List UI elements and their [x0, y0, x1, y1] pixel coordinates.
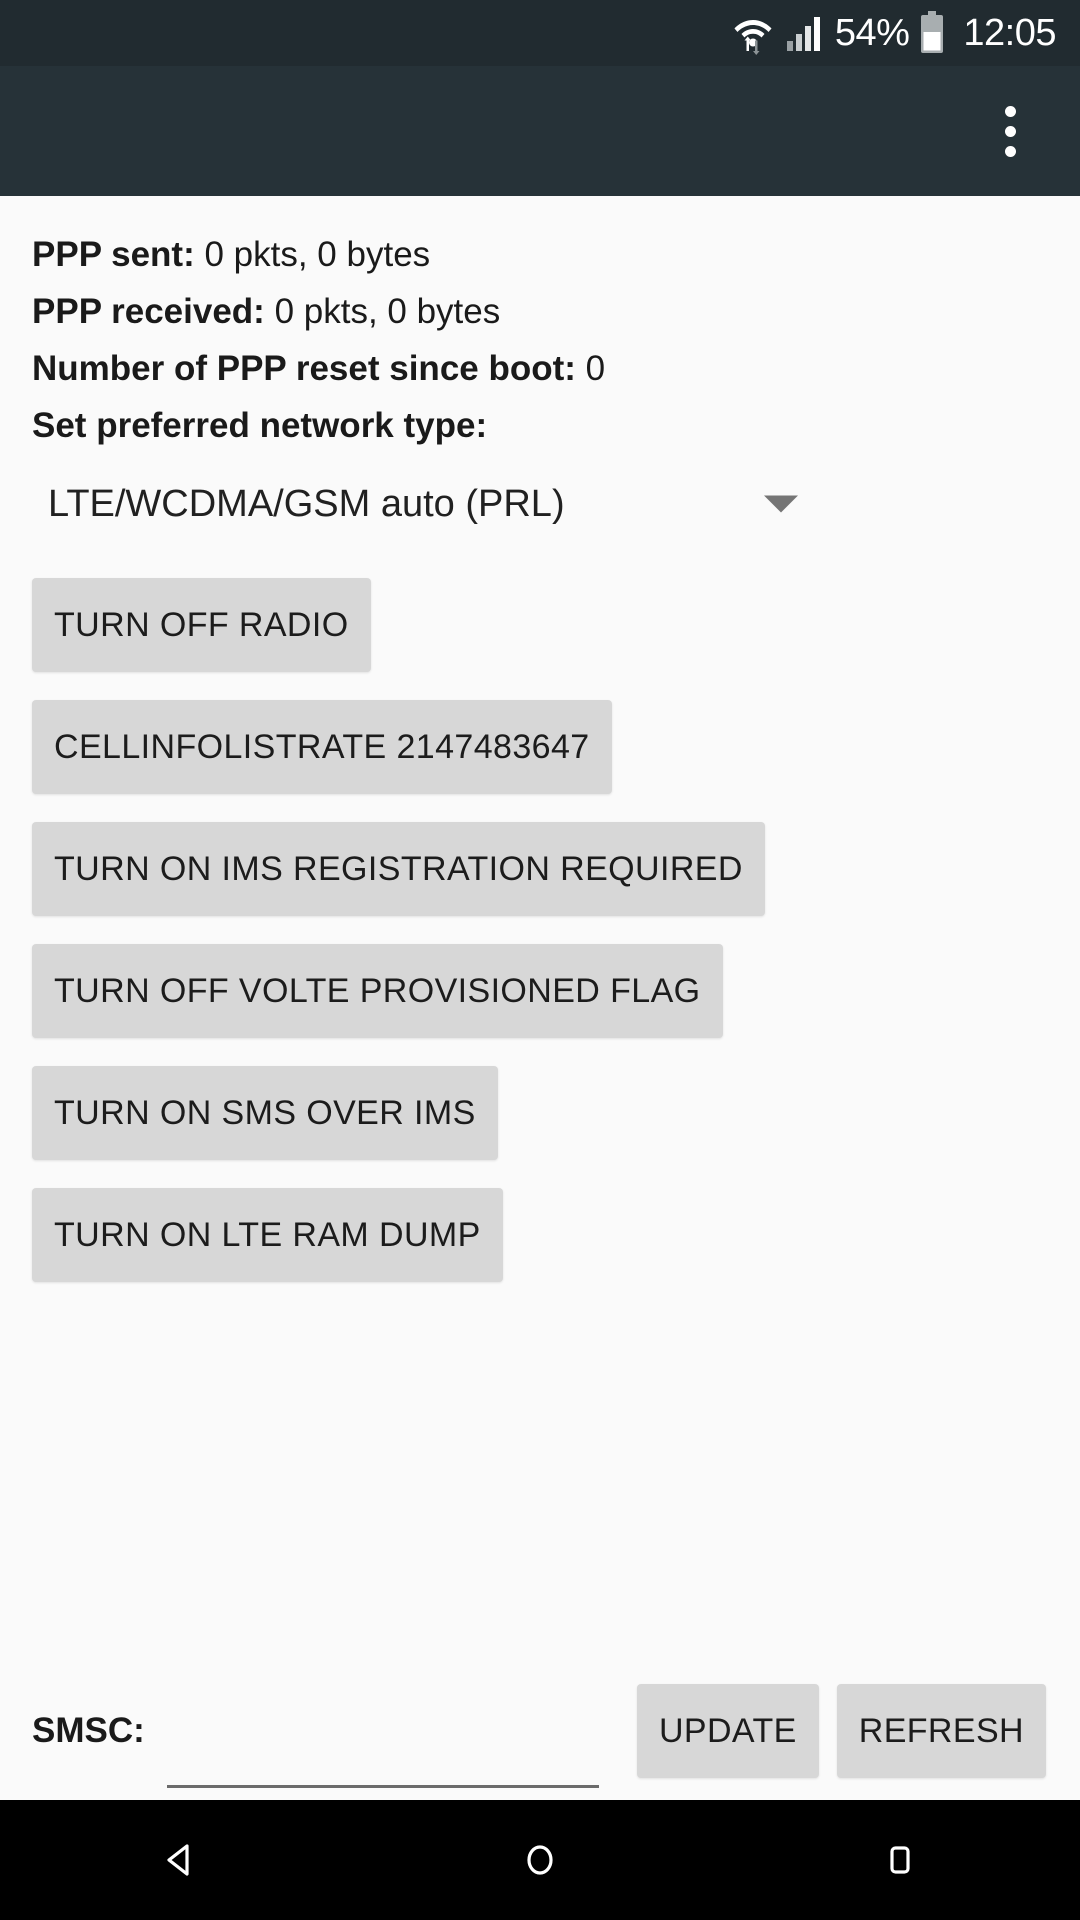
info-row-ppp-reset-count: Number of PPP reset since boot: 0: [32, 340, 1046, 397]
turn-off-radio-button[interactable]: TURN OFF RADIO: [32, 578, 371, 672]
app-bar: [0, 66, 1080, 196]
info-row-ppp-received: PPP received: 0 pkts, 0 bytes: [32, 283, 1046, 340]
smsc-input[interactable]: [166, 1728, 599, 1788]
info-value: 0 pkts, 0 bytes: [204, 235, 431, 274]
smsc-label: SMSC:: [32, 1711, 145, 1750]
turn-on-ims-registration-required-button[interactable]: TURN ON IMS REGISTRATION REQUIRED: [32, 822, 765, 916]
battery-icon: [919, 11, 945, 55]
preferred-network-type-spinner[interactable]: LTE/WCDMA/GSM auto (PRL): [32, 458, 1046, 550]
home-circle-icon[interactable]: [470, 1800, 610, 1920]
spinner-selected-value: LTE/WCDMA/GSM auto (PRL): [48, 482, 565, 525]
navigation-bar: [0, 1800, 1080, 1920]
info-value: 0: [585, 349, 606, 388]
turn-off-volte-provisioned-flag-button[interactable]: TURN OFF VOLTE PROVISIONED FLAG: [32, 944, 723, 1038]
info-label: Set preferred network type:: [32, 406, 488, 445]
info-label: Number of PPP reset since boot:: [32, 349, 576, 388]
button-row: CELLINFOLISTRATE 2147483647: [32, 700, 1046, 794]
turn-on-lte-ram-dump-button[interactable]: TURN ON LTE RAM DUMP: [32, 1188, 503, 1282]
info-value: 0 pkts, 0 bytes: [274, 292, 501, 331]
wifi-with-activity-icon: [731, 11, 775, 55]
info-row-ppp-sent: PPP sent: 0 pkts, 0 bytes: [32, 226, 1046, 283]
status-bar-clock: 12:05: [963, 12, 1056, 54]
phone-screen: 54% 12:05 PPP sent: 0 pkts, 0 bytes PPP …: [0, 0, 1080, 1920]
chevron-down-icon: [764, 495, 798, 513]
overflow-dot: [1004, 125, 1016, 137]
button-row: TURN ON SMS OVER IMS: [32, 1066, 1046, 1160]
turn-on-sms-over-ims-button[interactable]: TURN ON SMS OVER IMS: [32, 1066, 498, 1160]
status-bar: 54% 12:05: [0, 0, 1080, 66]
smsc-update-button[interactable]: UPDATE: [636, 1684, 819, 1778]
radio-info-content: PPP sent: 0 pkts, 0 bytes PPP received: …: [0, 196, 1080, 1800]
smsc-row: SMSC: UPDATE REFRESH: [32, 1684, 1046, 1788]
button-row: TURN OFF VOLTE PROVISIONED FLAG: [32, 944, 1046, 1038]
button-row: TURN ON IMS REGISTRATION REQUIRED: [32, 822, 1046, 916]
recents-square-icon[interactable]: [830, 1800, 970, 1920]
battery-percent-label: 54%: [834, 12, 910, 54]
back-triangle-icon[interactable]: [110, 1800, 250, 1920]
cellinfolistrate-button[interactable]: CELLINFOLISTRATE 2147483647: [32, 700, 612, 794]
button-row: TURN ON LTE RAM DUMP: [32, 1188, 1046, 1282]
cellular-signal-icon: [785, 13, 825, 53]
overflow-menu-icon[interactable]: [974, 95, 1046, 167]
status-icons: 54% 12:05: [731, 11, 1056, 55]
button-row: TURN OFF RADIO: [32, 578, 1046, 672]
overflow-dot: [1004, 105, 1016, 117]
info-label: PPP sent:: [32, 235, 195, 274]
info-row-preferred-network-type-label: Set preferred network type:: [32, 397, 1046, 454]
overflow-dot: [1004, 145, 1016, 157]
info-label: PPP received:: [32, 292, 265, 331]
smsc-refresh-button[interactable]: REFRESH: [836, 1684, 1046, 1778]
